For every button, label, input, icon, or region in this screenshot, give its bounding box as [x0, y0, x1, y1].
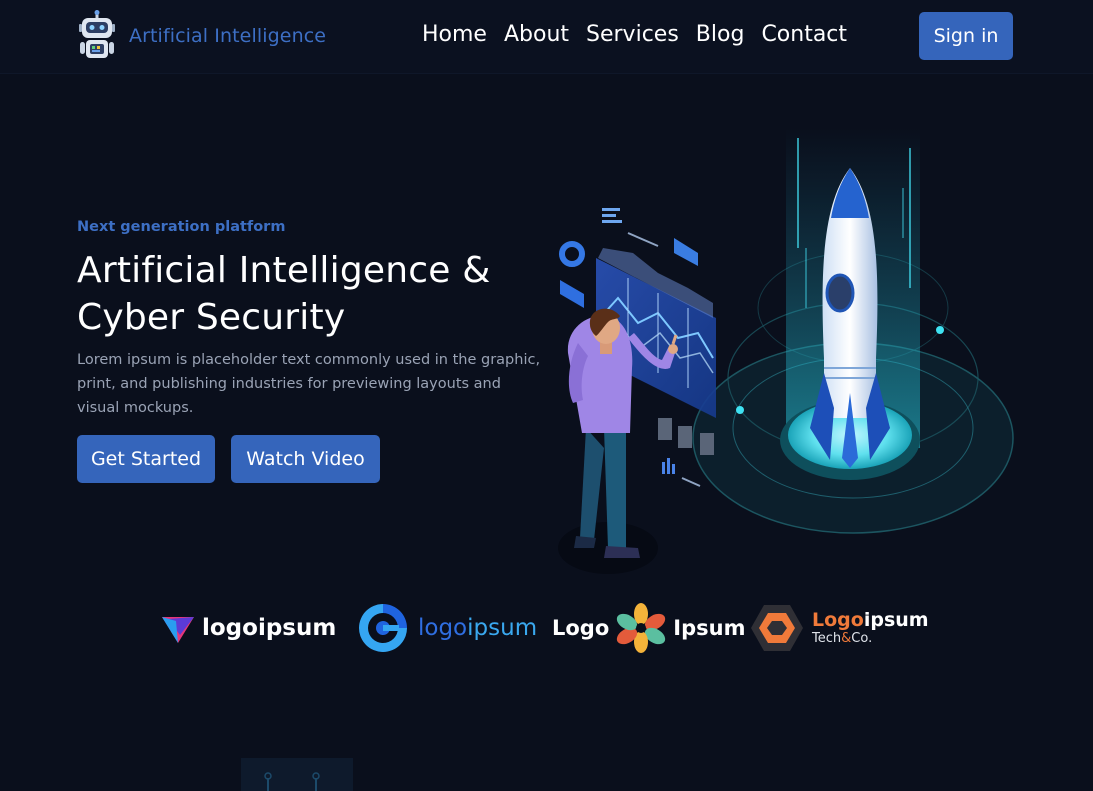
sign-in-button[interactable]: Sign in: [919, 12, 1013, 60]
partner-logo-4-sub-amp: &: [841, 631, 852, 646]
partner-logo-1-text: logoipsum: [202, 615, 337, 641]
partner-logo-4-title: Logoipsum: [812, 609, 929, 631]
partner-logo-3-text-a: Logo: [552, 616, 610, 640]
ring-logo-icon: [359, 604, 407, 652]
get-started-button[interactable]: Get Started: [77, 435, 215, 483]
hero-eyebrow: Next generation platform: [77, 219, 286, 235]
partner-logo-2-text-b: ipsum: [467, 615, 538, 641]
partner-logo-2-text-a: logo: [418, 615, 468, 641]
partner-logo-4-sub-a: Tech: [812, 631, 842, 646]
partner-logo-4-title-a: Logo: [812, 609, 864, 631]
partner-logo-4-subtitle: Tech&Co.: [812, 631, 929, 647]
partner-logo-1[interactable]: logoipsum: [160, 600, 336, 656]
triangle-logo-icon: [162, 617, 194, 643]
watch-video-button[interactable]: Watch Video: [231, 435, 380, 483]
partner-logo-2[interactable]: logo ipsum: [356, 600, 537, 656]
nav-contact[interactable]: Contact: [761, 20, 847, 50]
nav-home[interactable]: Home: [422, 20, 487, 50]
nav-about[interactable]: About: [504, 20, 569, 50]
navbar: Artificial Intelligence Home About Servi…: [0, 0, 1093, 74]
partner-logo-4-sub-b: Co.: [851, 631, 873, 646]
robot-icon: [79, 10, 115, 58]
hero-illustration: [558, 128, 1014, 574]
hero-title-line-1: Artificial Intelligence &: [77, 250, 491, 291]
main-nav: Home About Services Blog Contact: [422, 20, 864, 50]
hero-title: Artificial Intelligence & Cyber Security: [77, 247, 527, 341]
nav-blog[interactable]: Blog: [696, 20, 745, 50]
brand[interactable]: Artificial Intelligence: [76, 10, 326, 62]
hexagon-logo-icon: [751, 605, 803, 651]
nav-services[interactable]: Services: [586, 20, 679, 50]
partner-logo-4-title-b: ipsum: [863, 609, 929, 631]
flower-logo-icon: [617, 603, 666, 653]
partner-logo-3[interactable]: Logo Ipsum: [552, 600, 745, 656]
circuit-decoration: [241, 758, 353, 791]
hero-title-line-2: Cyber Security: [77, 297, 346, 338]
partner-logo-4-wordmark: Logoipsum Tech&Co.: [812, 609, 929, 647]
brand-name: Artificial Intelligence: [129, 25, 327, 47]
hero-description: Lorem ipsum is placeholder text commonly…: [77, 352, 541, 416]
partner-logo-4[interactable]: Logoipsum Tech&Co.: [750, 600, 929, 656]
partner-logo-3-text-b: Ipsum: [673, 616, 746, 640]
